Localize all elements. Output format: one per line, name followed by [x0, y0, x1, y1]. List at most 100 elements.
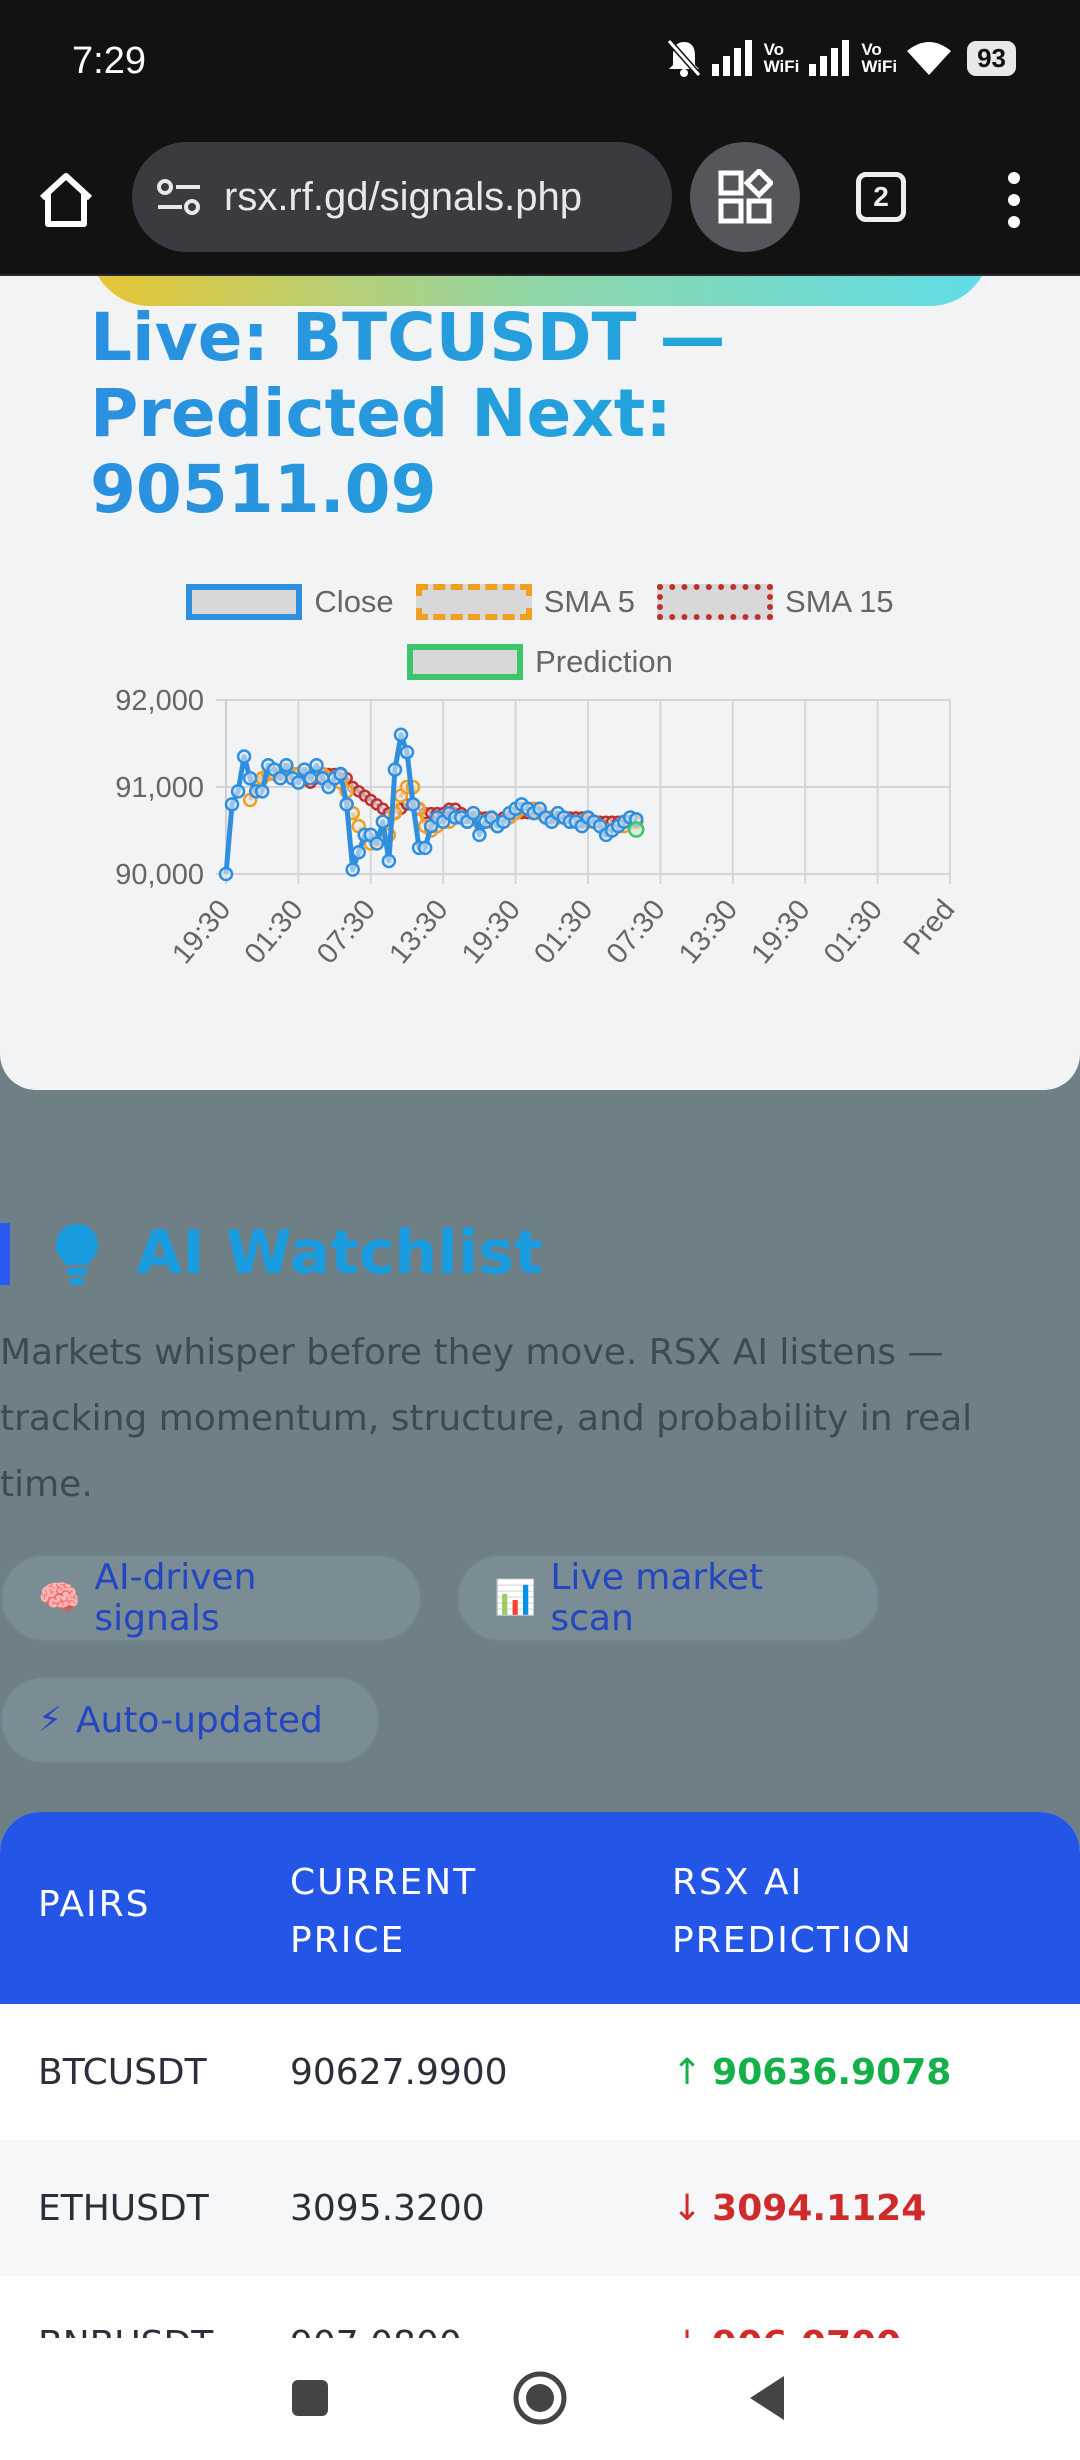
x-tick-label: Pred [897, 894, 961, 962]
data-point-close [309, 758, 324, 773]
up-arrow-icon: ↑ [672, 2051, 703, 2093]
legend-sma15[interactable]: SMA 15 [657, 584, 894, 620]
y-tick-label: 90,000 [115, 859, 204, 891]
table-row[interactable]: ETHUSDT 3095.3200 ↓ 3094.1124 [0, 2140, 1080, 2276]
apps-icon [718, 169, 773, 224]
x-tick-label: 01:30 [528, 894, 599, 970]
data-point-close [333, 766, 348, 782]
data-point-close [381, 853, 397, 869]
price-cell: 3095.3200 [290, 2187, 485, 2229]
x-tick-label: 13:30 [673, 894, 744, 970]
prediction-cell: ↓ 3094.1124 [672, 2188, 926, 2229]
column-header-current-price: CURRENT PRICE [290, 1862, 478, 1961]
data-point-close [236, 749, 252, 764]
data-point-prediction [628, 821, 645, 838]
data-point-close [345, 862, 360, 877]
legend-swatch [407, 644, 524, 680]
legend-swatch [657, 584, 774, 620]
legend-label: Close [314, 584, 394, 619]
data-point-close [472, 827, 487, 843]
vowifi-label: Vo WiFi [763, 40, 800, 76]
legend-close[interactable]: Close [186, 584, 394, 620]
down-arrow-icon: ↓ [672, 2324, 702, 2339]
chip-ai-signals[interactable]: 🧠 AI-driven signals [0, 1554, 422, 1642]
table-header: PAIRS CURRENT PRICE RSX AI PREDICTION [0, 1812, 1080, 2004]
browser-toolbar: rsx.rf.gd/signals.php 2 [0, 128, 1080, 276]
legend-sma5[interactable]: SMA 5 [415, 584, 636, 620]
data-point-close [375, 814, 391, 830]
data-point-close [351, 845, 366, 860]
chip-live-scan[interactable]: 📊 Live market scan [456, 1554, 880, 1642]
pair-cell: BNBUSDT [38, 2324, 213, 2339]
data-point-close [218, 866, 234, 882]
price-cell: 907.0800 [290, 2324, 462, 2339]
muted-bell-icon [666, 39, 701, 77]
home-nav-icon[interactable] [510, 2368, 570, 2428]
x-tick-label: 19:30 [166, 894, 237, 970]
brain-icon: 🧠 [38, 1578, 81, 1618]
x-tick-label: 01:30 [239, 894, 310, 970]
data-point-close [273, 771, 288, 786]
status-icons: Vo WiFi Vo WiFi 93 [666, 38, 1016, 78]
data-point-close [339, 797, 354, 812]
address-bar[interactable]: rsx.rf.gd/signals.php [132, 142, 672, 252]
x-tick-label: 07:30 [311, 894, 382, 970]
x-tick-label: 19:30 [745, 894, 816, 970]
data-point-close [303, 771, 318, 786]
y-tick-label: 91,000 [115, 772, 204, 804]
data-point-close [417, 840, 433, 856]
table-row[interactable]: BNBUSDT 907.0800 ↓ 906.0700 [0, 2276, 1080, 2339]
prediction-value: 3094.1124 [712, 2187, 927, 2229]
watchlist-description: Markets whisper before they move. RSX AI… [0, 1332, 973, 1505]
site-settings-icon[interactable] [156, 177, 202, 217]
lightning-icon: ⚡ [38, 1700, 62, 1740]
back-icon[interactable] [740, 2368, 800, 2428]
data-point-close [405, 797, 421, 812]
status-bar: 7:29 Vo WiFi Vo WiFi 93 [0, 0, 1080, 128]
data-point-close [399, 744, 415, 760]
tab-switcher-button[interactable]: 2 [856, 172, 906, 222]
data-point-close [224, 797, 240, 812]
more-options-icon[interactable] [1000, 170, 1028, 230]
legend-label: SMA 5 [543, 584, 636, 619]
chip-label: Live market scan [550, 1557, 764, 1639]
x-tick-label: 13:30 [383, 894, 454, 970]
recents-icon[interactable] [280, 2368, 340, 2428]
y-tick-label: 92,000 [115, 685, 204, 717]
watchlist-title: AI Watchlist [136, 1218, 543, 1288]
home-icon[interactable] [34, 168, 98, 232]
legend-swatch [415, 584, 532, 620]
data-point-close [279, 758, 294, 773]
column-header-prediction: RSX AI PREDICTION [672, 1862, 913, 1961]
table-row[interactable]: BTCUSDT 90627.9900 ↑ 90636.9078 [0, 2004, 1080, 2140]
legend-label: Prediction [535, 644, 673, 679]
apps-button[interactable] [690, 142, 800, 252]
data-point-close [230, 784, 246, 799]
prediction-value: 90636.9078 [712, 2051, 952, 2093]
url-text: rsx.rf.gd/signals.php [224, 174, 582, 219]
data-point-close [254, 784, 270, 799]
data-point-close [393, 727, 409, 743]
column-header-pairs: PAIRS [38, 1884, 151, 1925]
bar-chart-icon: 📊 [494, 1578, 537, 1618]
data-point-close [466, 805, 481, 821]
signal-icon [711, 40, 752, 76]
legend-swatch [186, 584, 303, 620]
x-tick-label: 07:30 [601, 894, 672, 970]
chip-auto-updated[interactable]: ⚡ Auto-updated [0, 1676, 380, 1764]
down-arrow-icon: ↓ [672, 2187, 703, 2229]
pair-cell: ETHUSDT [38, 2187, 209, 2229]
pairs-table: PAIRS CURRENT PRICE RSX AI PREDICTION BT… [0, 1812, 1080, 2338]
data-point-close [291, 775, 306, 790]
prediction-cell: ↑ 90636.9078 [672, 2052, 951, 2093]
system-nav-bar [0, 2338, 1080, 2460]
legend-label: SMA 15 [785, 584, 894, 619]
legend-prediction[interactable]: Prediction [407, 644, 673, 680]
price-cell: 90627.9900 [290, 2051, 508, 2093]
vowifi-label: Vo WiFi [861, 40, 898, 76]
data-point-close [242, 771, 258, 786]
x-tick-label: 01:30 [818, 894, 889, 970]
wifi-icon [907, 42, 952, 75]
price-chart: 92,00091,00090,00019:30 01:30 07:30 13:30 19… [115, 685, 961, 970]
x-tick-label: 19:30 [456, 894, 527, 970]
